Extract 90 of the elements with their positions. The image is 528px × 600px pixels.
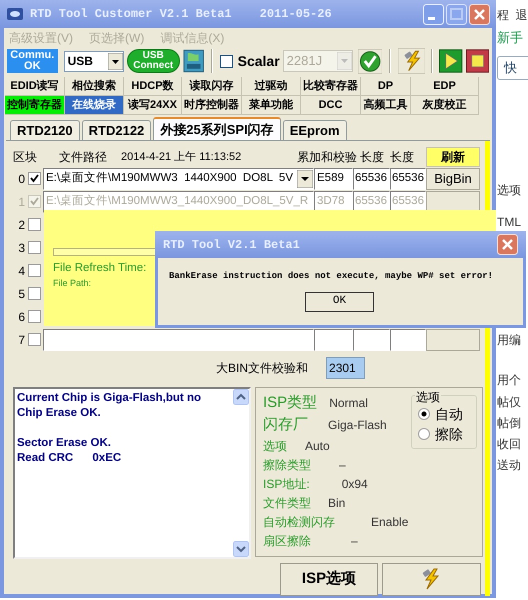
row-number: 5 (17, 286, 25, 302)
column-header: 2014-4-21 上午 11:13:52 (121, 150, 242, 165)
row-number: 3 (17, 240, 25, 256)
log-box[interactable]: Current Chip is Giga-Flash,but no Chip Erase OK. Sector Erase OK. Read CRC 0xEC (13, 387, 251, 559)
function-tab[interactable]: 过驱动 (242, 77, 301, 96)
info-label: 选项 (263, 438, 287, 454)
device-tab[interactable]: EEprom (282, 120, 347, 140)
page-text: 送动 (497, 458, 521, 472)
dialog-title: RTD Tool V2.1 Beta1 (163, 236, 300, 254)
radio-label: 自动 (435, 404, 463, 424)
port-select[interactable]: USB (64, 50, 124, 72)
row-number: 2 (17, 216, 25, 234)
row-number: 4 (17, 262, 25, 280)
scalar-label: Scalar (238, 52, 280, 70)
page-text: 用编 (497, 333, 521, 347)
ok-button[interactable]: OK (305, 292, 374, 312)
info-value: Bin (328, 494, 346, 512)
info-value: Auto (305, 438, 330, 454)
info-label: 擦除类型 (263, 456, 311, 474)
column-header: 区块 (13, 149, 38, 166)
function-tab[interactable]: DCC (301, 96, 361, 115)
device-tab[interactable]: RTD2122 (82, 120, 152, 140)
info-value: – (339, 456, 346, 474)
function-tab[interactable]: EDID读写 (5, 77, 65, 96)
checksum-cell: 3D78 (314, 190, 353, 212)
page-text: 帖仅 (497, 395, 521, 409)
refresh-button[interactable]: 刷新 (426, 147, 480, 167)
row-number: 7 (17, 332, 25, 348)
page-text: 程 退 (497, 8, 528, 22)
log-line: Chip Erase OK. (17, 406, 102, 421)
dialog-message: BankErase instruction does not execute, maybe WP# set error! (168, 270, 494, 283)
refresh-time-label: File Refresh Time: (53, 261, 146, 276)
function-tab[interactable]: 时序控制器 (182, 96, 242, 115)
checksum-cell: E589 (314, 168, 353, 190)
window-date: 2011-05-26 (260, 6, 332, 23)
checksum-field[interactable]: 2301 (326, 357, 366, 379)
function-tab[interactable]: 菜单功能 (242, 96, 301, 115)
info-value: Enable (371, 514, 408, 530)
page-button[interactable]: 快 (497, 56, 528, 80)
log-line: Current Chip is Giga-Flash,but no (17, 391, 202, 406)
length-cell: 65536 (390, 190, 426, 212)
function-tab[interactable]: 比较寄存器 (301, 77, 361, 96)
length-cell: 65536 (353, 190, 390, 212)
column-header: 长度 (360, 149, 385, 166)
info-label: 扇区擦除 (263, 532, 311, 550)
radio-label: 擦除 (435, 424, 463, 444)
column-header: 累加和校验 (297, 149, 358, 166)
function-tab[interactable]: 控制寄存器 (5, 96, 65, 115)
info-label: 自动检测闪存 (263, 514, 335, 530)
column-header: 文件路径 (59, 149, 107, 166)
function-tab[interactable]: 高频工具 (361, 96, 411, 115)
group-title: 选项 (415, 388, 441, 406)
file-path-field[interactable]: E:\桌面文件\M190MWW3 1440X900 DO8L 5V (43, 168, 314, 190)
info-value: Giga-Flash (328, 417, 387, 434)
device-tab[interactable]: RTD2120 (10, 120, 80, 140)
function-tab[interactable]: 灰度校正 (411, 96, 479, 115)
length-cell: 65536 (353, 168, 390, 190)
info-label: ISP类型 (263, 392, 318, 413)
function-tab[interactable]: 读取闪存 (182, 77, 242, 96)
page-text: 帖倒 (497, 416, 521, 430)
checksum-label: 大BIN文件校验和 (216, 360, 308, 377)
page-text: 用个 (497, 373, 521, 387)
device-tab[interactable]: 外接25系列SPI闪存 (153, 117, 281, 140)
function-tab[interactable]: 在线烧录 (65, 96, 124, 115)
isp-options-button[interactable]: ISP选项 (280, 563, 378, 596)
log-line: Sector Erase OK. (17, 436, 112, 451)
length-cell: 65536 (390, 168, 426, 190)
page-text: 收回 (497, 437, 521, 451)
row-number: 0 (17, 170, 25, 188)
row-button[interactable]: BigBin (426, 168, 480, 190)
info-value: 0x94 (342, 476, 368, 492)
page-link[interactable]: 新手 (497, 30, 523, 45)
info-value: – (351, 532, 358, 550)
column-header: 长度 (390, 149, 415, 166)
row-number: 6 (17, 308, 25, 326)
info-label: 闪存厂 (263, 414, 308, 435)
row-number: 1 (17, 194, 25, 210)
info-label: 文件类型 (263, 494, 311, 512)
log-line: Read CRC 0xEC (17, 451, 122, 466)
function-tab[interactable]: DP (361, 77, 411, 96)
page-text: 选项 (497, 183, 521, 197)
info-label: ISP地址: (263, 476, 310, 492)
file-path-label: File Path: (53, 277, 92, 290)
window-title: RTD Tool Customer V2.1 Beta1 (30, 6, 232, 23)
function-tab[interactable]: EDP (411, 77, 479, 96)
page-text: TML (497, 215, 521, 229)
function-tab[interactable]: 读写24XX (124, 96, 182, 115)
function-tab[interactable]: 相位搜索 (65, 77, 124, 96)
function-tab[interactable]: HDCP数 (124, 77, 182, 96)
info-value: Normal (329, 395, 368, 412)
